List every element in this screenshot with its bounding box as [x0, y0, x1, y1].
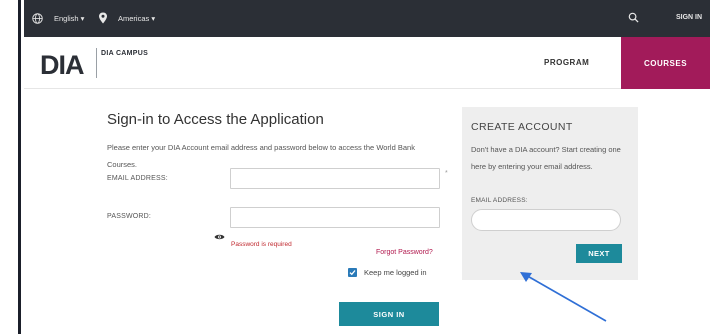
create-account-panel: CREATE ACCOUNT Don't have a DIA account?…: [462, 107, 638, 280]
keep-logged-in-checkbox[interactable]: [348, 268, 357, 277]
search-icon[interactable]: [628, 12, 639, 23]
top-utility-bar: English ▾ Americas ▾ SIGN IN: [24, 0, 710, 37]
region-selector[interactable]: Americas ▾: [118, 14, 155, 23]
keep-logged-in: Keep me logged in: [348, 268, 427, 277]
left-window-edge: [0, 0, 24, 334]
language-selector[interactable]: English ▾: [54, 14, 84, 23]
email-label: EMAIL ADDRESS:: [107, 175, 168, 182]
campus-label: DIA CAMPUS: [101, 50, 149, 57]
create-account-email-field[interactable]: [471, 209, 621, 231]
dia-logo[interactable]: DIA: [40, 50, 84, 80]
check-icon: [349, 270, 356, 276]
logo-divider: [96, 48, 97, 78]
show-password-eye-icon[interactable]: [214, 233, 225, 241]
top-signin-link[interactable]: SIGN IN: [676, 14, 702, 21]
signin-title: Sign-in to Access the Application: [107, 111, 324, 128]
site-header: DIA DIA CAMPUS PROGRAM COURSES: [24, 37, 710, 89]
forgot-password-link[interactable]: Forgot Password?: [376, 249, 433, 256]
logo-text: DIA: [40, 50, 84, 80]
required-marker: *: [445, 170, 448, 177]
create-account-text: Don't have a DIA account? Start creating…: [471, 145, 621, 171]
password-field[interactable]: [230, 207, 440, 228]
email-field[interactable]: [230, 168, 440, 189]
location-pin-icon: [99, 12, 107, 24]
keep-logged-in-label: Keep me logged in: [364, 268, 427, 277]
nav-courses[interactable]: COURSES: [621, 37, 710, 89]
annotation-arrow-icon: [520, 272, 607, 322]
signin-button[interactable]: SIGN IN: [339, 302, 439, 326]
password-label: PASSWORD:: [107, 213, 152, 220]
create-account-title: CREATE ACCOUNT: [471, 121, 573, 133]
create-account-email-label: EMAIL ADDRESS:: [471, 197, 528, 204]
next-button[interactable]: NEXT: [576, 244, 622, 263]
password-error-message: Password is required: [231, 241, 292, 248]
nav-program[interactable]: PROGRAM: [544, 58, 589, 67]
globe-icon[interactable]: [32, 13, 43, 24]
